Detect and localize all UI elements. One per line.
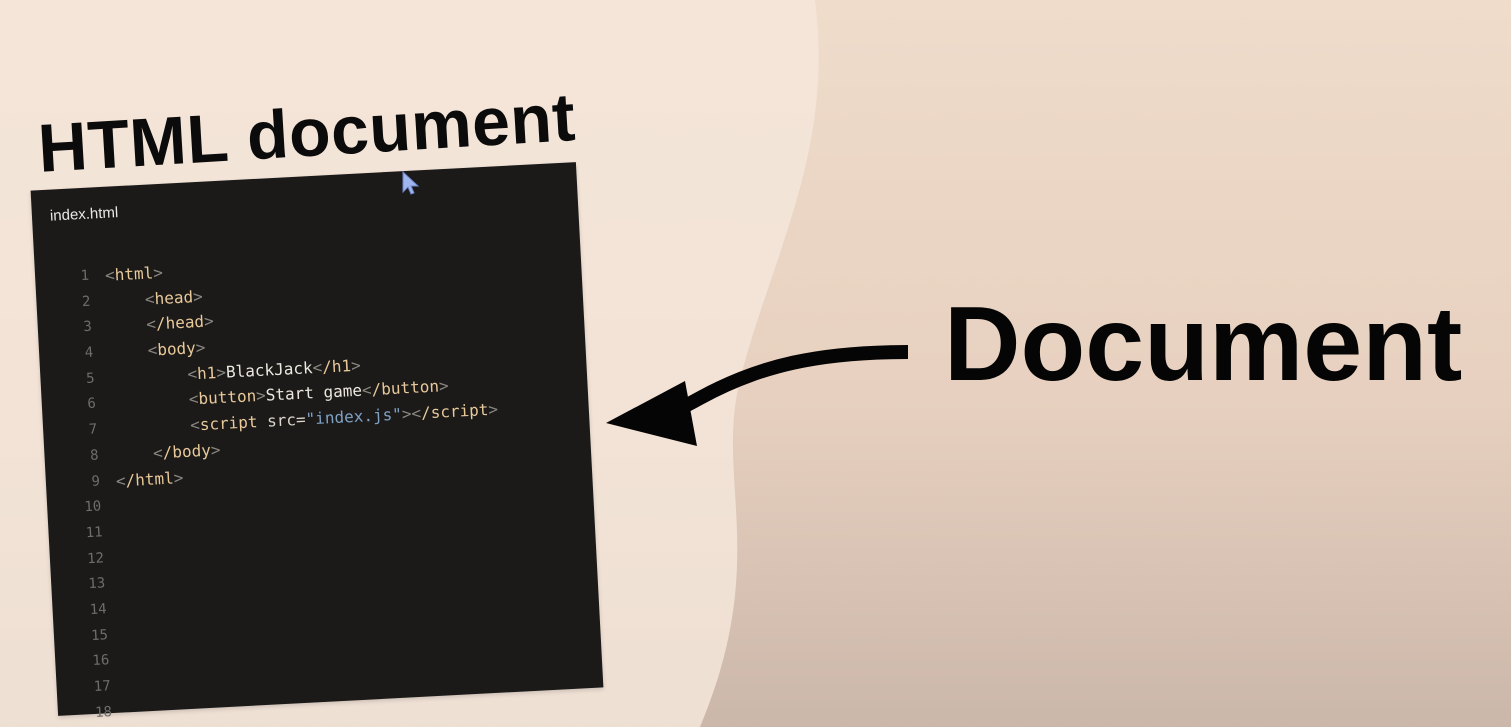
document-label: Document	[944, 285, 1463, 403]
